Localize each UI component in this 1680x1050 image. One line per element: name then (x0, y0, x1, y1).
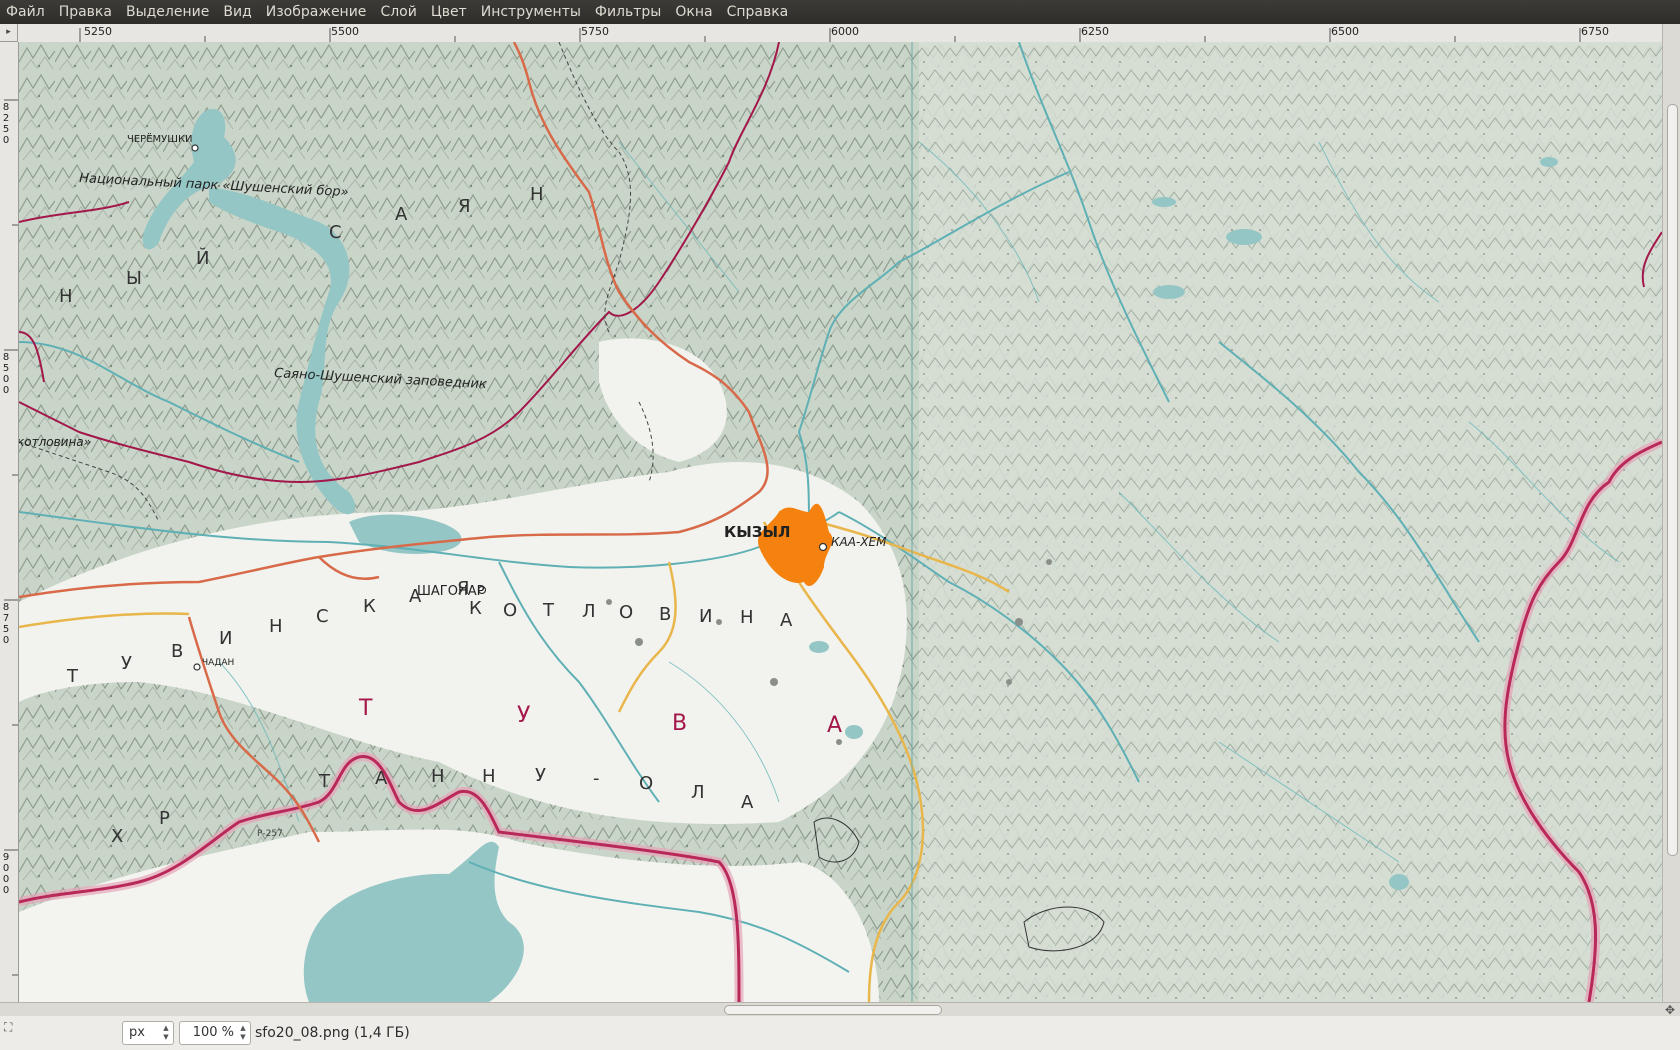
menu-tools[interactable]: Инструменты (474, 0, 588, 24)
menu-colors[interactable]: Цвет (424, 0, 474, 24)
sayan-letter: Ы (126, 268, 142, 289)
menu-image[interactable]: Изображение (259, 0, 374, 24)
unit-selector[interactable]: px ▲ ▼ (122, 1021, 174, 1045)
khr-letter: Р (159, 808, 170, 829)
tannu-letter: У (535, 765, 546, 786)
tannu-letter: Т (318, 771, 331, 792)
label-kotlovina-cut: котловина» (19, 435, 91, 449)
tuva-letter: В (672, 711, 687, 736)
unit-value: px (129, 1025, 145, 1040)
unit-arrows-icon[interactable]: ▲ ▼ (161, 1024, 171, 1042)
basin-letter: О (619, 602, 633, 623)
vruler-ticks (4, 99, 18, 976)
menubar: Файл Правка Выделение Вид Изображение Сл… (0, 0, 1680, 24)
sayan-letter: Н (530, 184, 544, 205)
tannu-letter: О (639, 773, 653, 794)
label-chadan: ЧАДАН (202, 658, 234, 668)
sayan-letter: Й (196, 247, 209, 269)
basin-letter: А (409, 586, 422, 607)
zoom-arrows-icon[interactable]: ▲ ▼ (238, 1024, 248, 1042)
tannu-letter: Н (482, 766, 496, 787)
khr-letter: Х (111, 826, 123, 847)
tuva-letter: А (827, 713, 842, 738)
basin-letter: Я (457, 578, 470, 599)
pointer-icon: ⛶ (4, 1020, 13, 1034)
sayan-letter: Н (59, 286, 73, 307)
basin-letter: С (316, 606, 329, 627)
quick-mask-toggle[interactable]: ▸ (0, 24, 18, 42)
basin-letter: Н (740, 607, 754, 628)
tannu-letter: А (375, 768, 388, 789)
hruler-ticks (79, 28, 1581, 42)
menu-select[interactable]: Выделение (119, 0, 216, 24)
basin-letter: Л (582, 601, 596, 622)
navigate-icon[interactable]: ✥ (1665, 1003, 1675, 1017)
menu-layer[interactable]: Слой (373, 0, 423, 24)
horizontal-scroll-thumb[interactable] (724, 1005, 942, 1015)
label-cheremushki: ЧЕРЁМУШКИ (127, 132, 193, 145)
tannu-letter: - (593, 768, 600, 789)
basin-letter: А (780, 610, 793, 631)
tuva-letter: У (517, 703, 531, 728)
tuva-letter: Т (358, 696, 373, 721)
statusbar: ⛶ px ▲ ▼ 100 % ▲ ▼ sfo20_08.png (1,4 ГБ) (0, 1016, 1680, 1050)
basin-letter: К (469, 598, 482, 619)
menu-filters[interactable]: Фильтры (588, 0, 668, 24)
tannu-letter: Л (691, 782, 705, 803)
menu-windows[interactable]: Окна (668, 0, 719, 24)
map-image: ЧЕРЁМУШКИ Национальный парк «Шушенский б… (19, 42, 1662, 1002)
horizontal-ruler[interactable]: 5250 5500 5750 6000 6250 6500 6750 (18, 24, 1662, 43)
zoom-input[interactable]: 100 % ▲ ▼ (179, 1021, 251, 1045)
menu-file[interactable]: Файл (0, 0, 52, 24)
label-r257: Р-257 (257, 829, 283, 839)
basin-letter: В (659, 604, 671, 625)
basin-letter: В (171, 641, 183, 662)
basin-letter: И (699, 606, 712, 627)
status-filename: sfo20_08.png (1,4 ГБ) (255, 1025, 410, 1041)
image-canvas[interactable]: ЧЕРЁМУШКИ Национальный парк «Шушенский б… (19, 42, 1662, 1002)
basin-letter: У (121, 653, 132, 674)
menu-edit[interactable]: Правка (52, 0, 119, 24)
basin-letter: И (219, 628, 232, 649)
menu-help[interactable]: Справка (720, 0, 796, 24)
label-shagonar: ШАГОНАР (417, 584, 485, 599)
menu-view[interactable]: Вид (216, 0, 258, 24)
sayan-letter: А (395, 204, 408, 225)
tannu-letter: А (741, 792, 754, 813)
label-kyzyl: КЫЗЫЛ (724, 523, 790, 541)
basin-letter: Т (542, 600, 555, 621)
basin-letter: Н (269, 616, 283, 637)
vertical-scroll-thumb[interactable] (1667, 104, 1678, 856)
sayan-letter: Я (458, 196, 471, 217)
tannu-letter: Н (431, 766, 445, 787)
sayan-letter: С (329, 222, 342, 243)
basin-letter: О (503, 600, 517, 621)
basin-letter: К (363, 596, 376, 617)
horizontal-scrollbar[interactable] (0, 1002, 1680, 1016)
vertical-ruler[interactable]: 8 2 5 0 8 5 0 0 8 7 5 0 9 0 0 0 (0, 42, 19, 1002)
basin-letter: Т (66, 666, 79, 687)
label-kaa-hem: КАА-ХЕМ (831, 535, 887, 549)
vertical-scrollbar[interactable] (1662, 24, 1680, 1002)
